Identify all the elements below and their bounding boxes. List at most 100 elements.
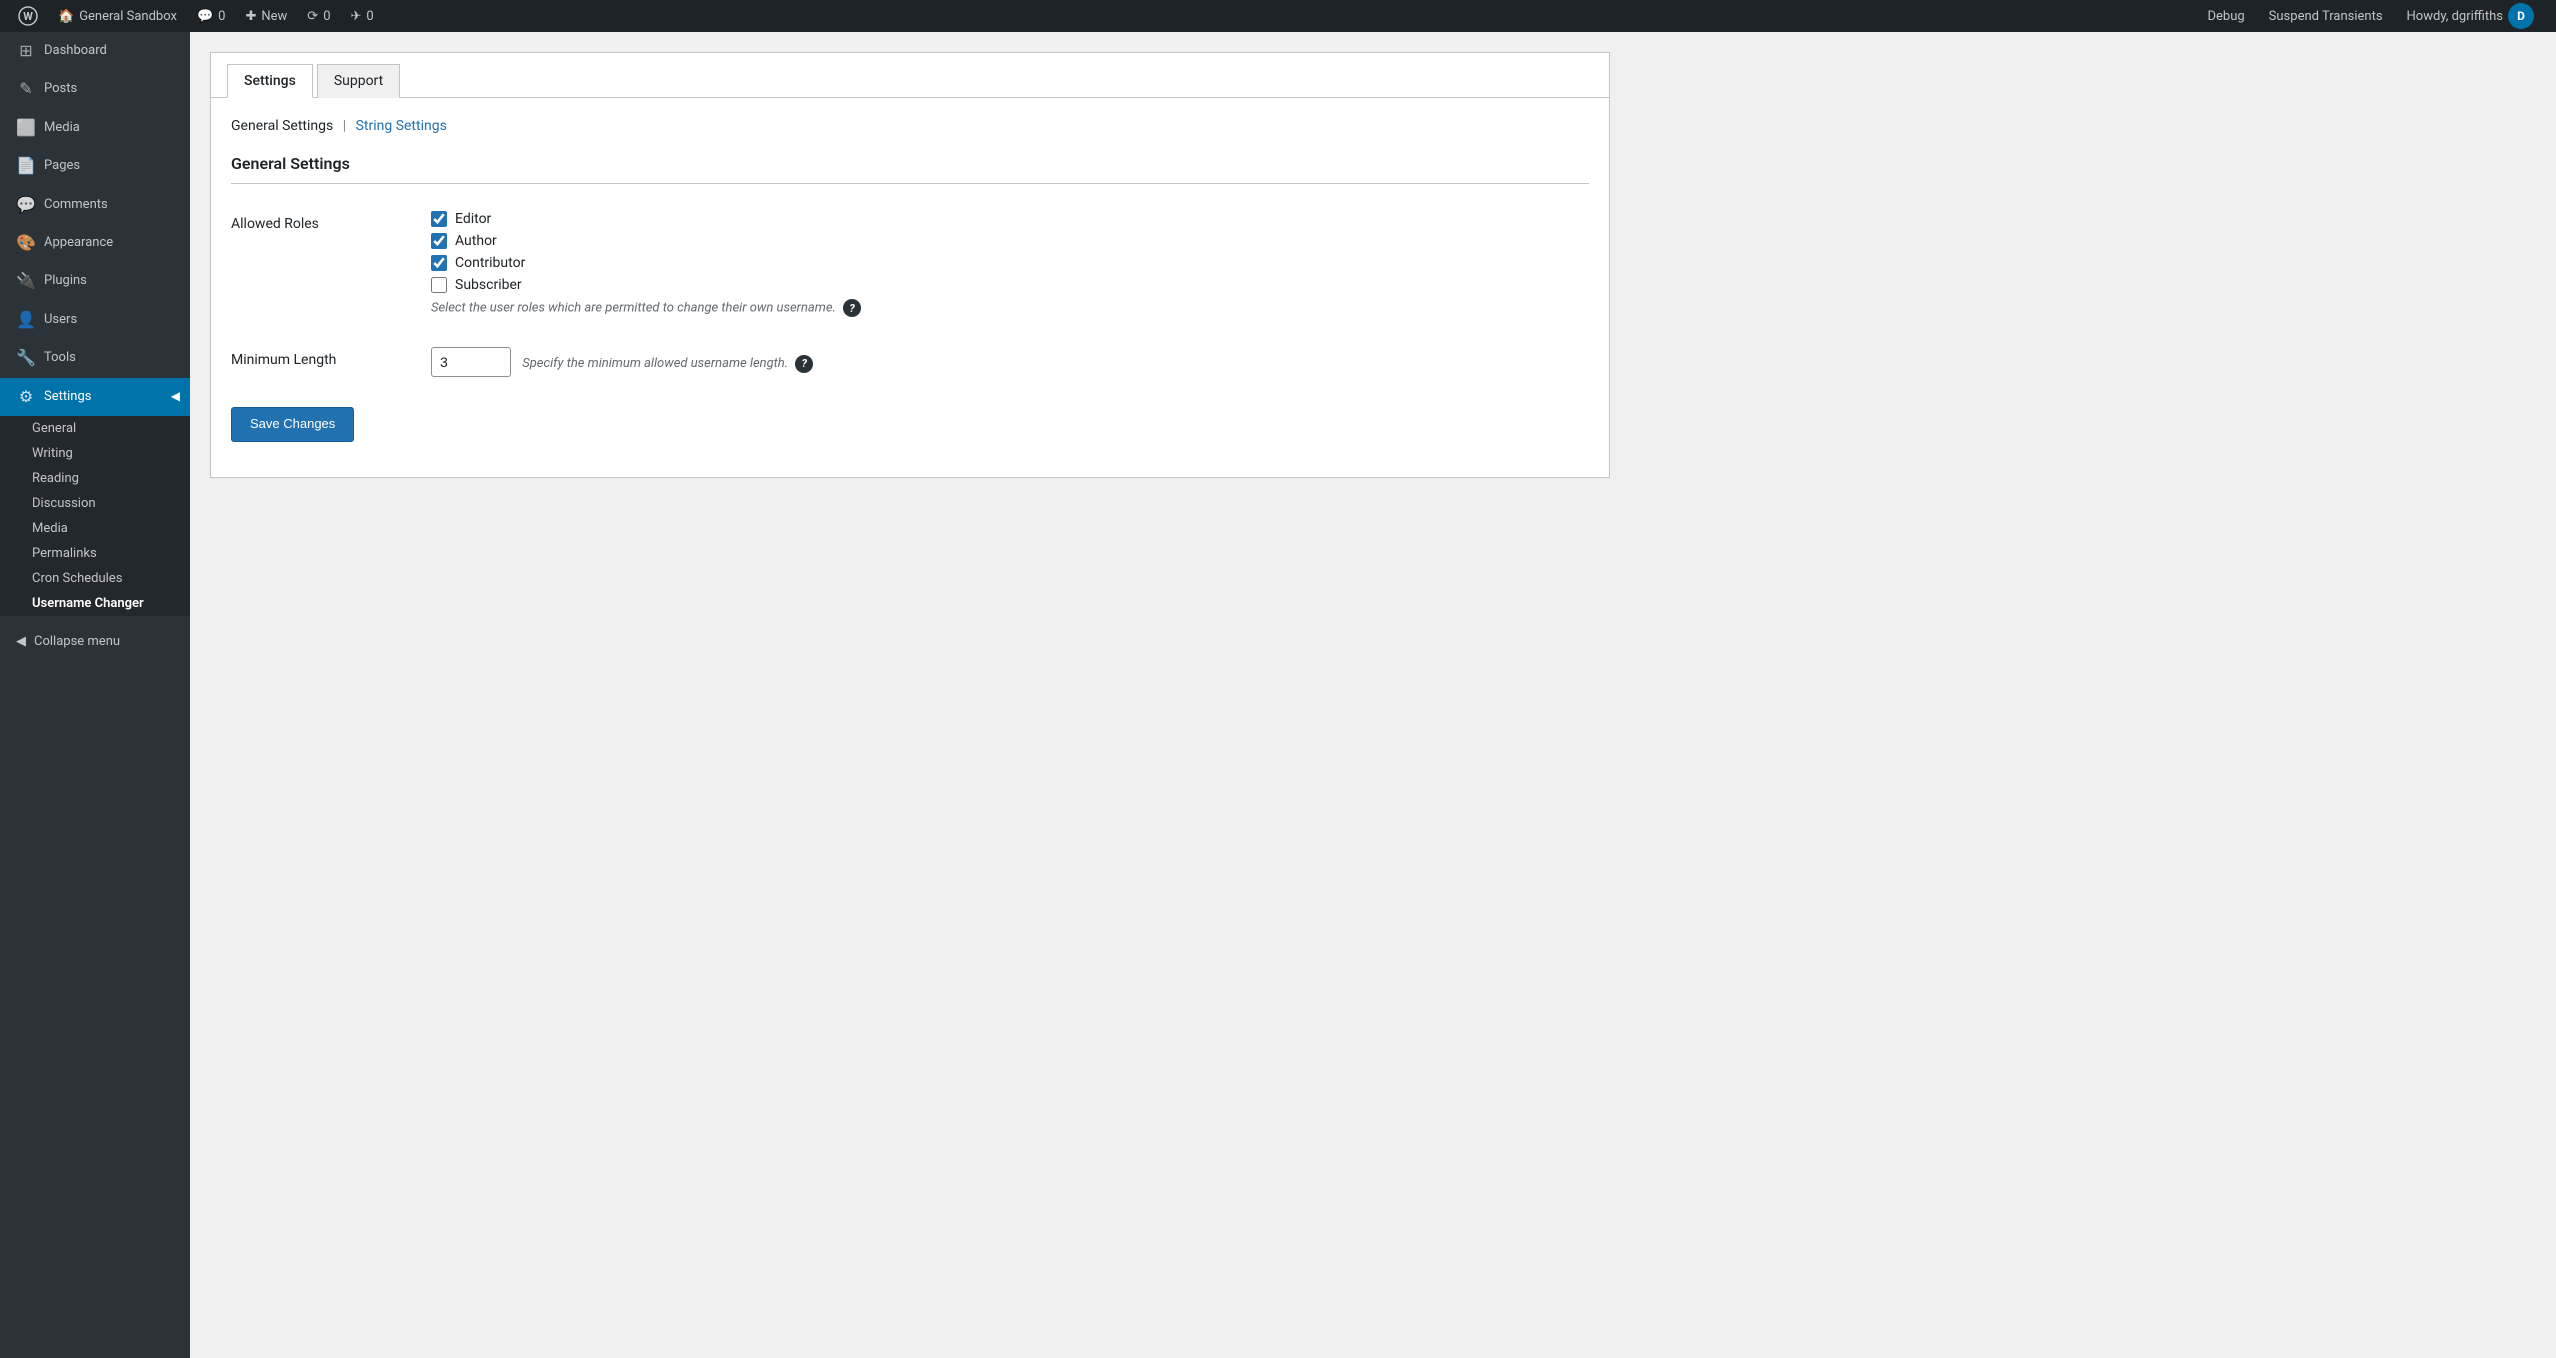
- min-length-row: Minimum Length Specify the minimum allow…: [231, 332, 1589, 392]
- tab-support[interactable]: Support: [317, 64, 400, 98]
- min-length-field: Specify the minimum allowed username len…: [431, 332, 1589, 392]
- svg-text:W: W: [23, 10, 33, 23]
- media-icon: ⬜: [16, 117, 36, 139]
- settings-content: General Settings | String Settings Gener…: [211, 98, 1609, 477]
- content-wrap: ⊞ Dashboard ✎ Posts ⬜ Media 📄 Pages 💬 Co…: [0, 32, 2556, 1358]
- activity-item[interactable]: ✈ 0: [341, 0, 384, 32]
- debug-item[interactable]: Debug: [2197, 0, 2254, 32]
- submit-row: Save Changes: [231, 392, 1589, 457]
- sidebar-label-pages: Pages: [44, 157, 80, 175]
- house-icon: 🏠: [58, 9, 74, 24]
- submenu-item-cron[interactable]: Cron Schedules: [0, 566, 190, 591]
- min-length-input[interactable]: [431, 347, 511, 377]
- section-title: General Settings: [231, 154, 1589, 184]
- sidebar-item-appearance[interactable]: 🎨 Appearance: [0, 224, 190, 262]
- sidebar-label-users: Users: [44, 311, 77, 329]
- allowed-roles-field: Editor Author Contributor: [431, 196, 1589, 332]
- main-content: Settings Support General Settings | Stri…: [190, 32, 2556, 1358]
- settings-wrap: Settings Support General Settings | Stri…: [210, 52, 1610, 478]
- settings-icon: ⚙: [16, 386, 36, 408]
- howdy-item[interactable]: Howdy, dgriffiths D: [2397, 0, 2544, 32]
- tab-support-label: Support: [334, 73, 383, 89]
- role-subscriber-row: Subscriber: [431, 277, 1589, 293]
- admin-bar: W 🏠 General Sandbox 💬 0 ✚ New ⟳ 0 ✈ 0 De…: [0, 0, 2556, 32]
- appearance-icon: 🎨: [16, 232, 36, 254]
- breadcrumb-string-link[interactable]: String Settings: [356, 118, 447, 134]
- activity-count: 0: [366, 9, 373, 24]
- howdy-label: Howdy, dgriffiths: [2407, 9, 2503, 24]
- sidebar: ⊞ Dashboard ✎ Posts ⬜ Media 📄 Pages 💬 Co…: [0, 32, 190, 1358]
- role-contributor-row: Contributor: [431, 255, 1589, 271]
- sidebar-label-media: Media: [44, 119, 80, 137]
- sidebar-label-comments: Comments: [44, 196, 108, 214]
- save-changes-button[interactable]: Save Changes: [231, 407, 354, 442]
- debug-label: Debug: [2207, 9, 2244, 24]
- sidebar-label-settings: Settings: [44, 388, 91, 406]
- pages-icon: 📄: [16, 155, 36, 177]
- roles-help-icon[interactable]: ?: [843, 299, 861, 317]
- collapse-menu-button[interactable]: ◀ Collapse menu: [0, 626, 190, 657]
- submenu-item-general[interactable]: General: [0, 416, 190, 441]
- submenu-item-permalinks[interactable]: Permalinks: [0, 541, 190, 566]
- role-author-checkbox[interactable]: [431, 233, 447, 249]
- min-length-description: Specify the minimum allowed username len…: [522, 356, 813, 371]
- role-editor-label: Editor: [455, 211, 491, 227]
- sidebar-label-dashboard: Dashboard: [44, 42, 107, 60]
- updates-item[interactable]: ⟳ 0: [297, 0, 340, 32]
- dashboard-icon: ⊞: [16, 40, 36, 62]
- role-subscriber-label: Subscriber: [455, 277, 522, 293]
- settings-arrow-icon: ◀: [171, 388, 180, 405]
- plus-icon: ✚: [245, 9, 256, 24]
- role-contributor-checkbox[interactable]: [431, 255, 447, 271]
- sidebar-item-media[interactable]: ⬜ Media: [0, 109, 190, 147]
- settings-submenu: General Writing Reading Discussion Media…: [0, 416, 190, 616]
- role-subscriber-checkbox[interactable]: [431, 277, 447, 293]
- role-author-label: Author: [455, 233, 497, 249]
- sidebar-item-dashboard[interactable]: ⊞ Dashboard: [0, 32, 190, 70]
- posts-icon: ✎: [16, 78, 36, 100]
- collapse-icon: ◀: [16, 634, 26, 649]
- sidebar-label-posts: Posts: [44, 80, 77, 98]
- site-name-item[interactable]: 🏠 General Sandbox: [48, 0, 187, 32]
- sidebar-item-plugins[interactable]: 🔌 Plugins: [0, 262, 190, 300]
- sidebar-item-users[interactable]: 👤 Users: [0, 301, 190, 339]
- new-label: New: [261, 9, 287, 24]
- comments-icon: 💬: [197, 9, 213, 24]
- new-item[interactable]: ✚ New: [235, 0, 297, 32]
- role-author-row: Author: [431, 233, 1589, 249]
- tab-settings[interactable]: Settings: [227, 64, 313, 98]
- submenu-item-discussion[interactable]: Discussion: [0, 491, 190, 516]
- submenu-item-reading[interactable]: Reading: [0, 466, 190, 491]
- sidebar-item-pages[interactable]: 📄 Pages: [0, 147, 190, 185]
- settings-form: Allowed Roles Editor Author: [231, 196, 1589, 392]
- tab-settings-label: Settings: [244, 73, 296, 89]
- role-editor-checkbox[interactable]: [431, 211, 447, 227]
- avatar: D: [2508, 3, 2534, 29]
- allowed-roles-row: Allowed Roles Editor Author: [231, 196, 1589, 332]
- sidebar-item-settings[interactable]: ⚙ Settings ◀: [0, 378, 190, 416]
- allowed-roles-label: Allowed Roles: [231, 196, 431, 332]
- activity-icon: ✈: [351, 9, 362, 24]
- sidebar-item-tools[interactable]: 🔧 Tools: [0, 339, 190, 377]
- breadcrumb-general: General Settings: [231, 118, 333, 134]
- submenu-item-username-changer[interactable]: Username Changer: [0, 591, 190, 616]
- submenu-item-writing[interactable]: Writing: [0, 441, 190, 466]
- roles-description: Select the user roles which are permitte…: [431, 299, 1589, 317]
- submenu-item-media[interactable]: Media: [0, 516, 190, 541]
- wp-logo[interactable]: W: [12, 0, 44, 32]
- breadcrumb: General Settings | String Settings: [231, 118, 1589, 134]
- sidebar-label-appearance: Appearance: [44, 234, 113, 252]
- min-length-help-icon[interactable]: ?: [795, 355, 813, 373]
- breadcrumb-string-label: String Settings: [356, 118, 447, 134]
- tab-bar: Settings Support: [211, 53, 1609, 98]
- users-icon: 👤: [16, 309, 36, 331]
- min-length-label: Minimum Length: [231, 332, 431, 392]
- suspend-transients-item[interactable]: Suspend Transients: [2259, 0, 2393, 32]
- comments-item[interactable]: 💬 0: [187, 0, 236, 32]
- breadcrumb-separator: |: [343, 118, 346, 134]
- suspend-transients-label: Suspend Transients: [2269, 9, 2383, 24]
- sidebar-item-comments[interactable]: 💬 Comments: [0, 186, 190, 224]
- avatar-initials: D: [2517, 9, 2525, 23]
- sidebar-item-posts[interactable]: ✎ Posts: [0, 70, 190, 108]
- role-contributor-label: Contributor: [455, 255, 525, 271]
